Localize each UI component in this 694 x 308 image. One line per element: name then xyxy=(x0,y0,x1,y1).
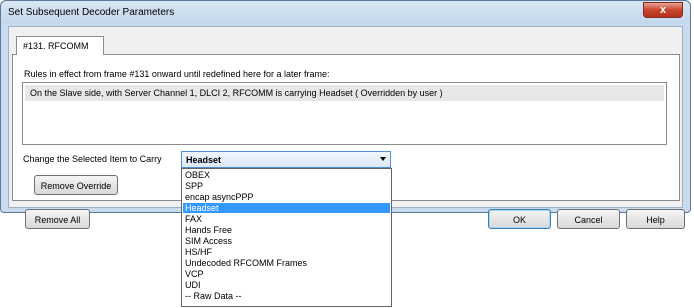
carry-select-value: Headset xyxy=(186,155,222,165)
remove-all-button[interactable]: Remove All xyxy=(25,209,90,229)
dropdown-option-label: SPP xyxy=(185,181,204,191)
carry-dropdown-list[interactable]: OBEX SPP encap asyncPPP Headset FAX Hand… xyxy=(181,168,392,307)
tab-label: #131. RFCOMM xyxy=(23,41,89,51)
dropdown-option[interactable]: VCP xyxy=(183,269,390,279)
dropdown-option[interactable]: -- Raw Data -- xyxy=(183,291,390,301)
change-carry-label: Change the Selected Item to Carry xyxy=(23,154,162,164)
dropdown-option-label: HS/HF xyxy=(185,247,212,257)
dropdown-option-label: SIM Access xyxy=(185,236,233,246)
dropdown-option-label: OBEX xyxy=(185,170,211,180)
rules-list-item-text: On the Slave side, with Server Channel 1… xyxy=(30,88,443,98)
dropdown-option-label: Undecoded RFCOMM Frames xyxy=(185,258,308,268)
cancel-label: Cancel xyxy=(574,215,603,225)
remove-override-label: Remove Override xyxy=(40,181,112,191)
dropdown-option[interactable]: OBEX xyxy=(183,170,390,180)
dropdown-option-selected[interactable]: Headset xyxy=(183,203,390,213)
rules-list-item[interactable]: On the Slave side, with Server Channel 1… xyxy=(25,85,664,101)
dropdown-option-label: Hands Free xyxy=(185,225,233,235)
close-icon: x xyxy=(659,4,667,16)
carry-select[interactable]: Headset xyxy=(181,151,391,168)
dropdown-option-label: encap asyncPPP xyxy=(185,192,254,202)
dropdown-option-label: Headset xyxy=(185,203,219,213)
rules-label: Rules in effect from frame #131 onward u… xyxy=(24,69,330,79)
dropdown-option[interactable]: Undecoded RFCOMM Frames xyxy=(183,258,390,268)
dropdown-option[interactable]: SPP xyxy=(183,181,390,191)
ok-label: OK xyxy=(512,215,526,225)
dropdown-option-label: UDI xyxy=(185,280,201,290)
dropdown-option[interactable]: FAX xyxy=(183,214,390,224)
help-label: Help xyxy=(646,215,665,225)
dropdown-option[interactable]: UDI xyxy=(183,280,390,290)
title-bar[interactable]: Set Subsequent Decoder Parameters x xyxy=(1,1,690,24)
remove-all-label: Remove All xyxy=(34,215,81,225)
dropdown-option[interactable]: encap asyncPPP xyxy=(183,192,390,202)
remove-override-button[interactable]: Remove Override xyxy=(34,175,118,195)
help-button[interactable]: Help xyxy=(626,209,685,229)
close-button[interactable]: x xyxy=(643,2,683,18)
cancel-button[interactable]: Cancel xyxy=(557,209,620,229)
tab-rfcomm[interactable]: #131. RFCOMM xyxy=(16,36,104,55)
dropdown-option[interactable]: Hands Free xyxy=(183,225,390,235)
rules-list[interactable]: On the Slave side, with Server Channel 1… xyxy=(22,82,667,145)
dropdown-option-label: -- Raw Data -- xyxy=(185,291,242,301)
dropdown-option[interactable]: HS/HF xyxy=(183,247,390,257)
dropdown-option-label: VCP xyxy=(185,269,204,279)
dropdown-option-label: FAX xyxy=(185,214,203,224)
ok-button[interactable]: OK xyxy=(488,209,551,229)
dropdown-option[interactable]: SIM Access xyxy=(183,236,390,246)
dialog-title: Set Subsequent Decoder Parameters xyxy=(8,7,175,18)
chevron-down-icon[interactable] xyxy=(380,157,386,161)
